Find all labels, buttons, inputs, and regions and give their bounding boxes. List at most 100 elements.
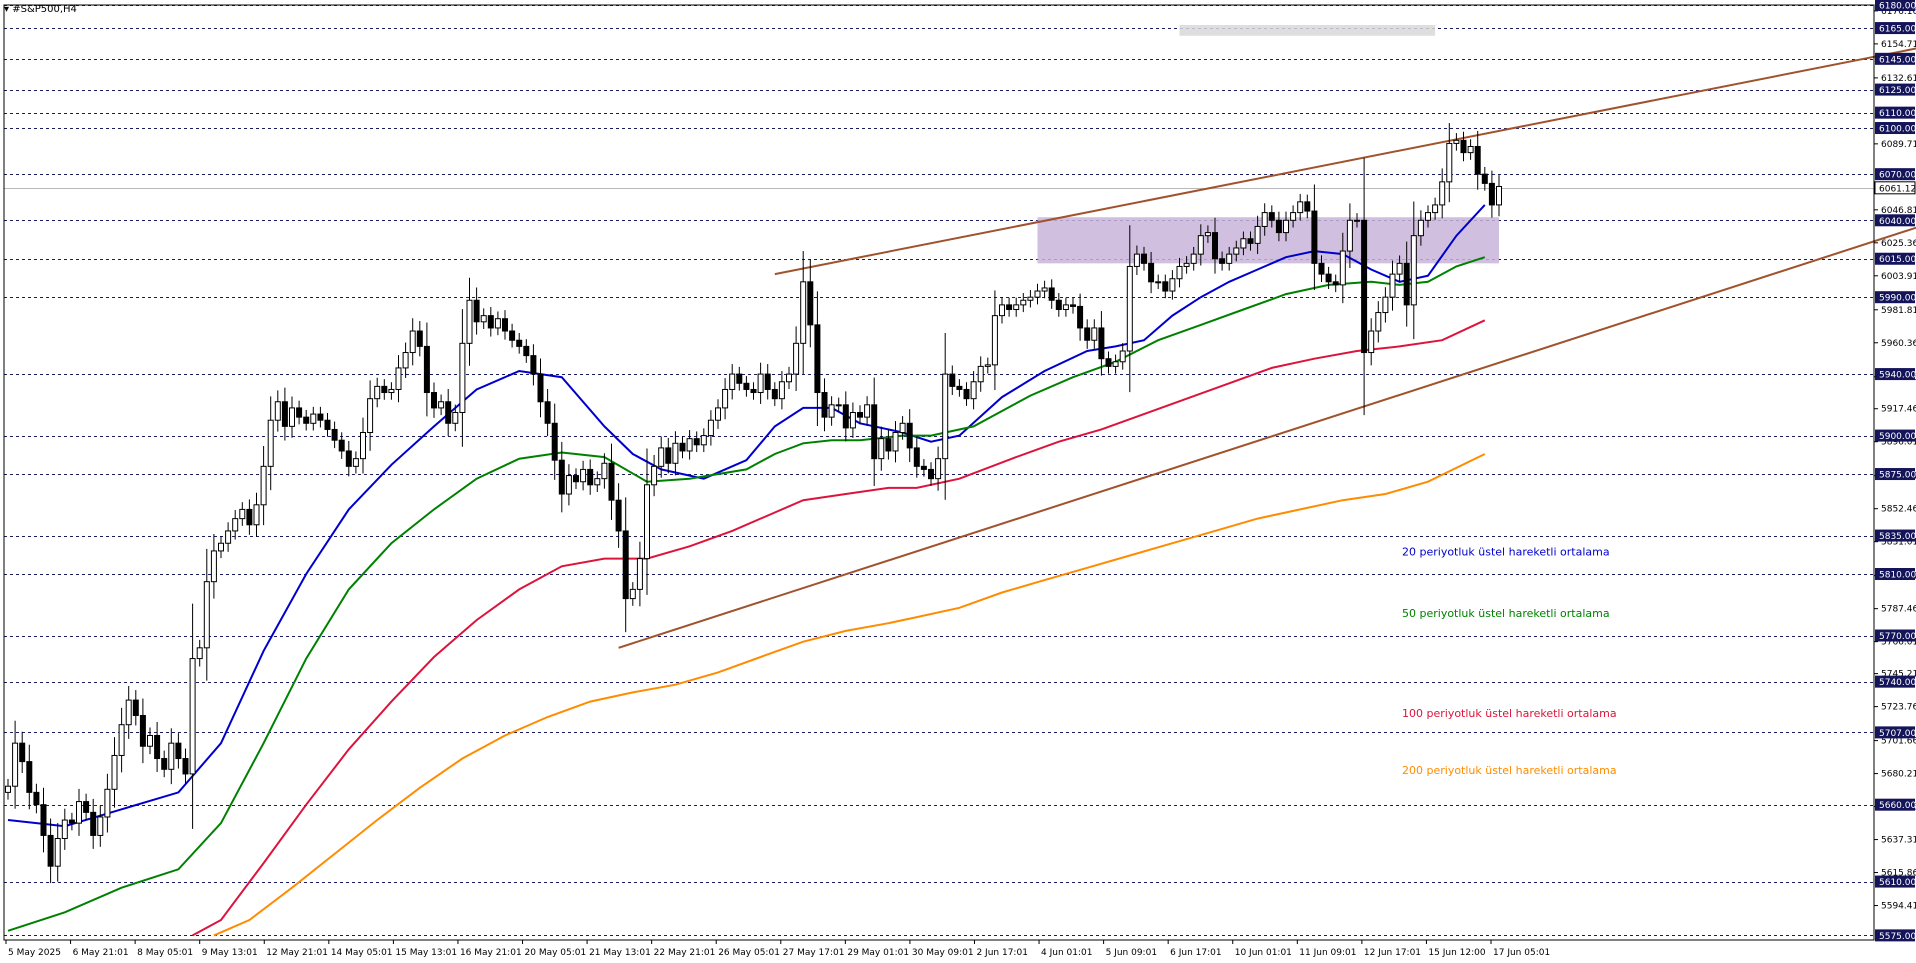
candle [246,499,253,535]
candle-body-bear [573,475,579,483]
level-label-text: 6110.00 [1879,109,1916,119]
candle-body-bull [715,407,721,421]
candle [1474,130,1481,190]
ema-lines [7,204,1486,937]
candle [679,436,686,459]
level-label: 5660.00 [1875,798,1916,811]
candle [544,388,551,437]
candle-body-bear [509,330,516,341]
candle-body-bear [1006,304,1013,310]
candle-body-bull [942,373,949,460]
candle-body-bull [452,412,459,424]
time-tick-label: 12 Jun 17:01 [1364,948,1421,958]
candle [54,822,61,882]
candle [608,443,615,520]
candle [494,311,501,336]
candle-body-bear [281,401,288,427]
candle [991,290,998,391]
candle [267,396,274,491]
candle [1297,193,1304,221]
time-tick-label: 12 May 21:01 [266,948,328,958]
candle-body-bull [835,404,842,407]
candle-body-bull [1112,361,1119,367]
candle-body-bear [516,339,523,347]
candle-body-bull [1020,299,1027,306]
candle [1162,274,1169,299]
price-chart[interactable]: 6176.166154.716132.616089.716046.816025.… [0,0,1916,963]
candle-body-bear [154,734,161,760]
candle-body-bear [1162,281,1169,292]
level-label-text: 6100.00 [1879,125,1916,135]
level-label: 6165.00 [1875,22,1916,35]
candle-body-bull [203,581,210,649]
candle [771,382,778,406]
candle [1389,260,1396,311]
candle-body-bear [1304,201,1311,212]
level-label: 5610.00 [1875,875,1916,888]
candle [473,287,480,335]
time-tick-label: 29 May 01:01 [847,948,909,958]
candle-body-bear [537,373,544,403]
candle-body-bear [1219,258,1226,264]
candle-body-bull [1204,232,1211,237]
candle-body-bear [175,742,182,760]
candle [40,787,47,853]
candle [1055,293,1062,317]
candle-body-bear [416,330,423,347]
candle [317,406,324,428]
candle-body-bear [246,508,253,526]
candle [189,603,196,829]
candle-body-bull [601,462,608,480]
candle-body-bear [693,438,700,446]
candle-body-bull [260,465,267,506]
price-tick-label: 5981.81 [1881,306,1916,316]
candle-body-bear [1403,262,1410,306]
candle [239,502,246,526]
candle [83,793,90,821]
candle-body-bull [466,299,473,344]
time-tick-label: 15 Jun 12:00 [1428,948,1485,958]
time-tick-label: 4 Jun 01:01 [1041,948,1092,958]
candle-body-bear [885,438,892,452]
candle [381,379,388,400]
candle-body-bear [40,804,47,836]
candle-body-bull [1240,238,1247,249]
candle-body-bull [125,699,132,726]
candle-body-bull [1027,296,1034,301]
candle-body-bear [1311,210,1318,264]
candle-body-bull [1226,253,1233,264]
candle [1006,297,1013,317]
time-tick-label: 9 May 13:01 [202,948,258,958]
candle [629,582,636,606]
candle-body-bear [523,345,530,357]
candle-body-bull [196,647,203,660]
candle-body-bull [1254,225,1261,244]
price-tick-label: 5852.46 [1881,505,1916,515]
level-label: 5740.00 [1875,675,1916,688]
candle-body-bear [821,392,828,418]
candle-body-bull [1346,219,1353,252]
level-label-text: 5990.00 [1879,294,1916,304]
candle [615,483,622,548]
candle [892,421,899,463]
candle [289,396,295,438]
time-tick-label: 20 May 05:01 [525,948,587,958]
level-label: 6125.00 [1875,83,1916,96]
candle-body-bear [842,404,849,429]
candle [700,428,707,453]
candle-body-bear [913,447,920,467]
candle [502,310,508,340]
candle [423,322,430,417]
candle-body-bear [68,819,75,824]
candle-body-bull [218,542,224,552]
candle [1375,301,1382,343]
candle [1496,175,1502,217]
candle-body-bull [438,401,445,409]
trendline [618,226,1916,649]
candle-body-bull [210,550,217,583]
level-label: 6040.00 [1875,214,1916,227]
candle-body-bull [1176,265,1183,280]
level-label: 5835.00 [1875,529,1916,542]
candle [260,445,267,526]
candle [360,417,366,474]
